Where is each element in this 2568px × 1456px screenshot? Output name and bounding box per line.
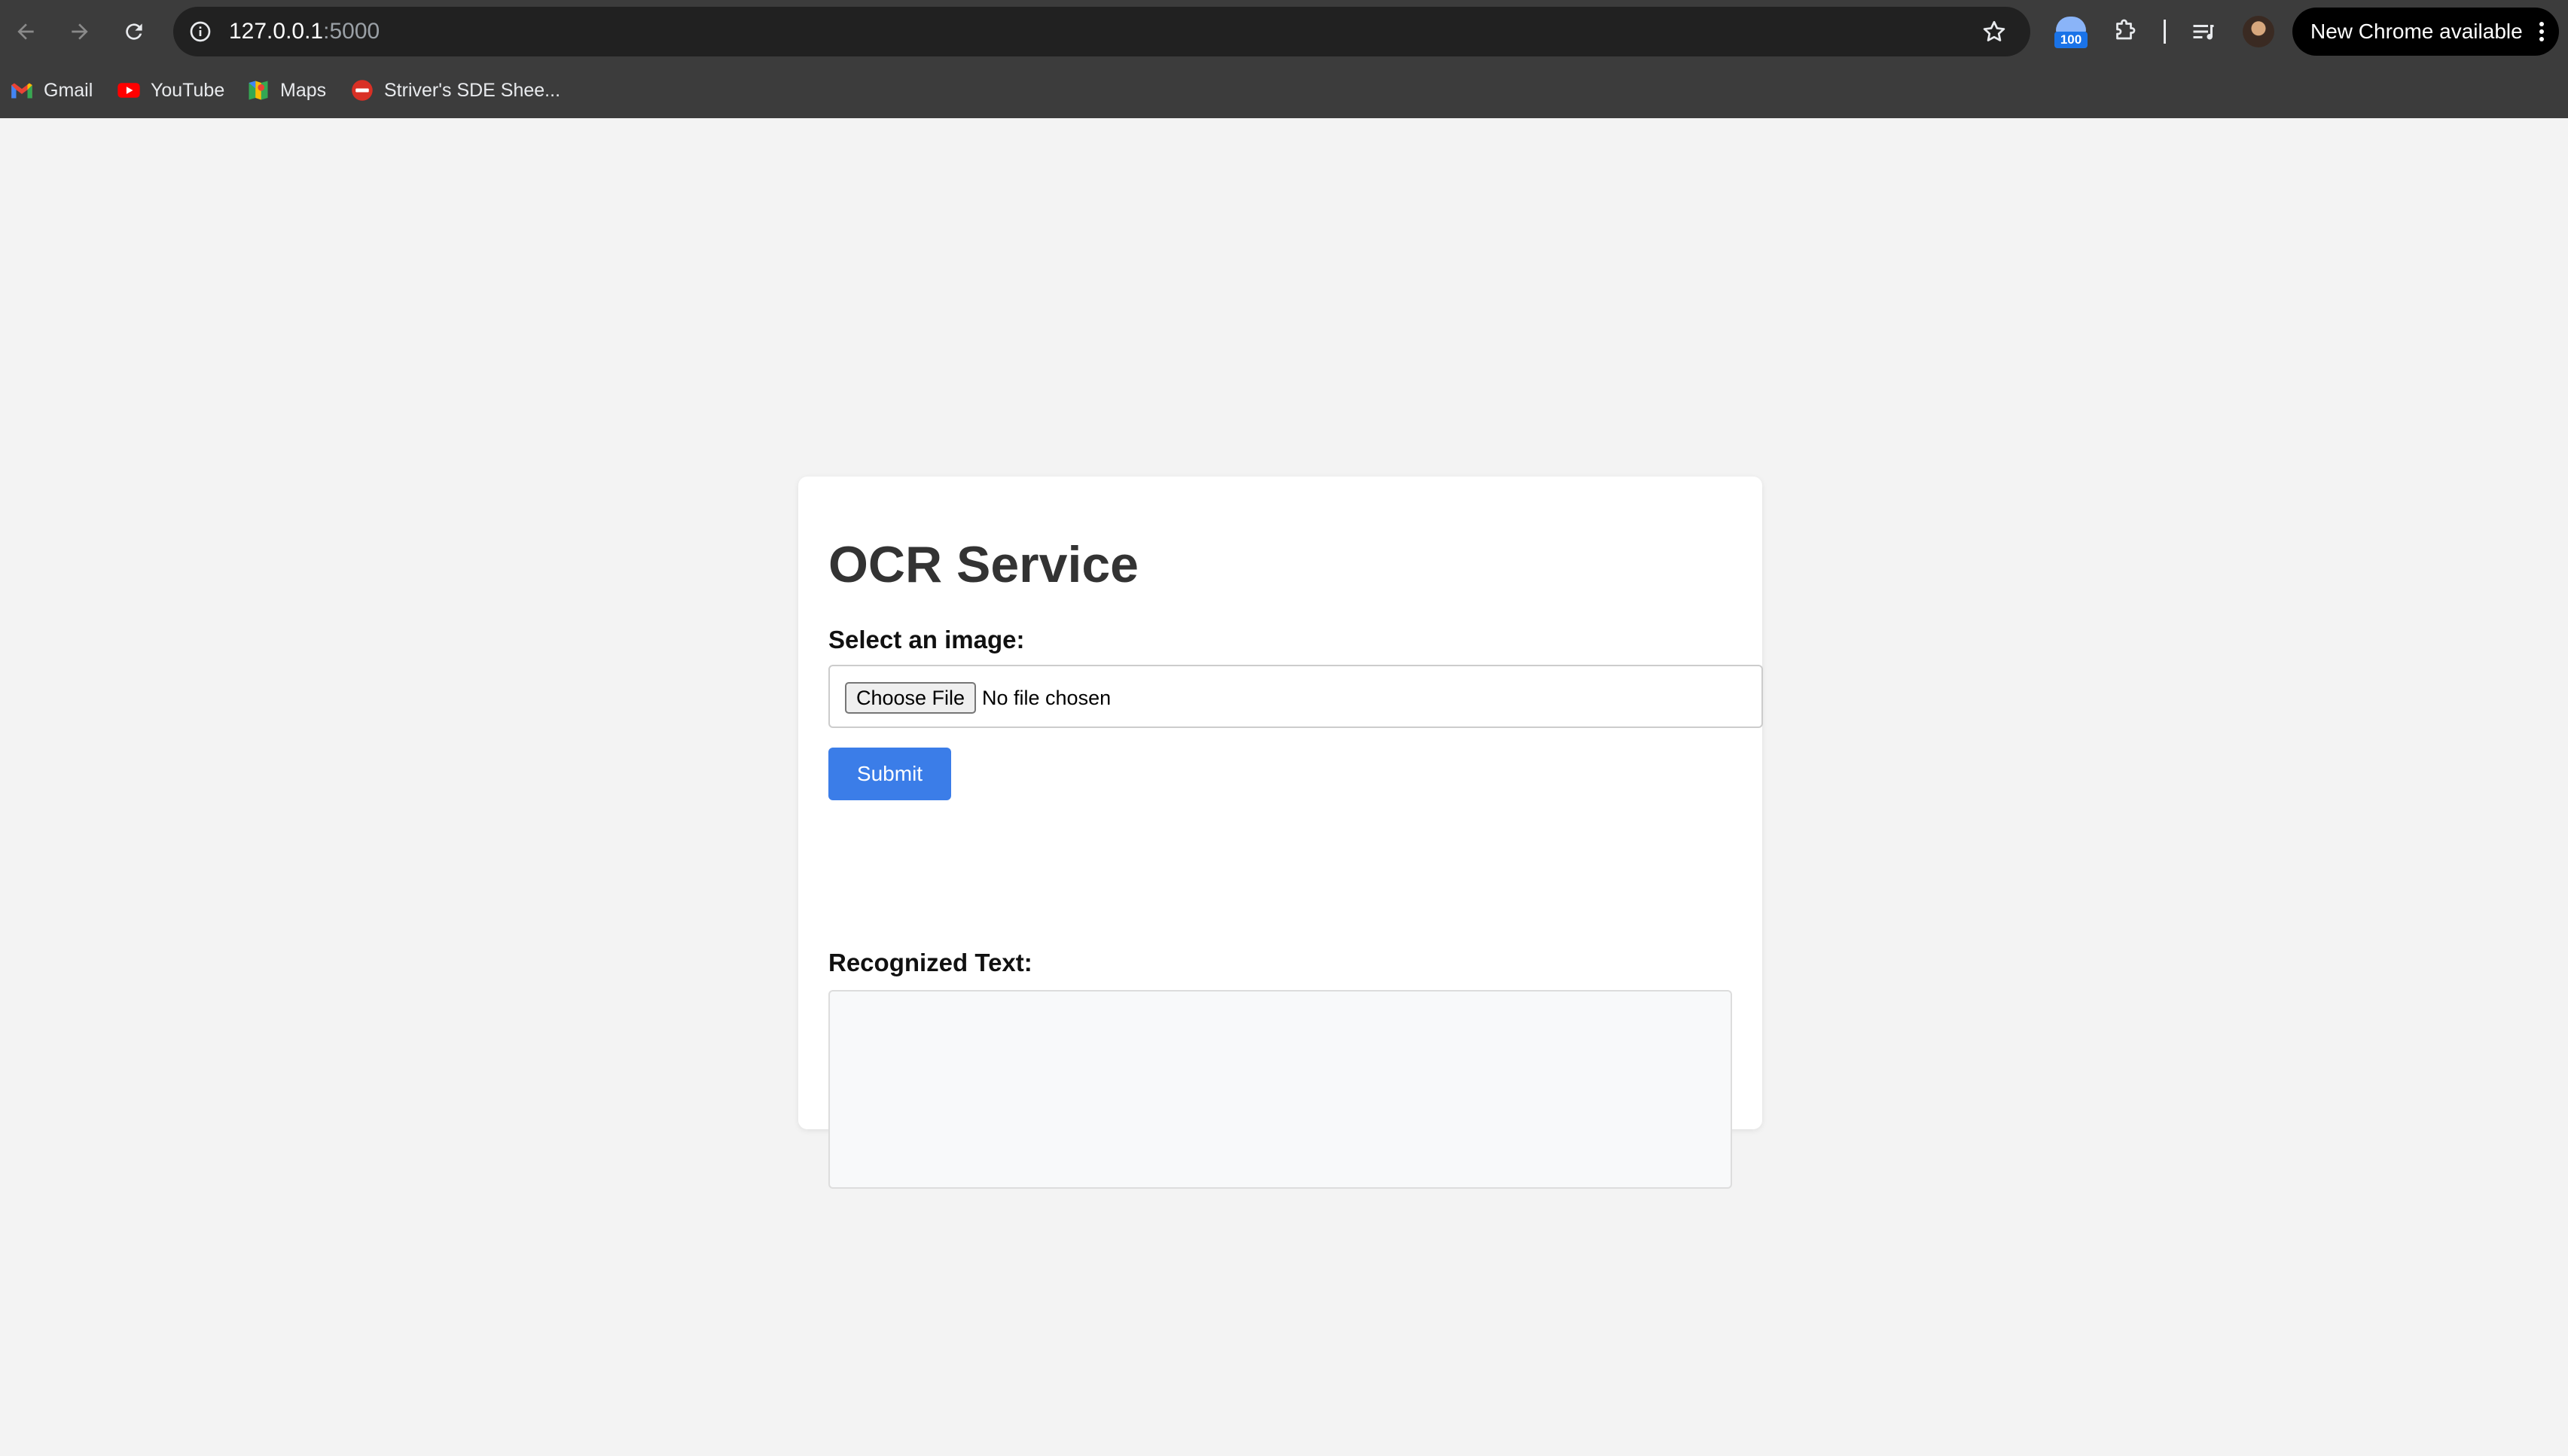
url-text[interactable]: 127.0.0.1:5000 [229,7,380,56]
gmail-icon [11,79,33,102]
site-info-icon[interactable] [185,17,215,47]
arrow-right-icon [72,23,88,40]
bookmark-strivers-sde-sheet[interactable]: Striver's SDE Shee... [351,77,560,104]
ocr-card: OCR Service Select an image: Choose File… [798,477,1763,1189]
more-vert-icon [2539,22,2544,41]
youtube-icon [117,79,140,102]
bookmark-gmail[interactable]: Gmail [11,77,93,104]
bookmarks-bar: Gmail YouTube Maps Striver's SDE Shee... [0,63,2568,118]
url-port: :5000 [323,19,380,44]
extensions-puzzle-icon[interactable] [2110,14,2140,50]
bookmark-maps[interactable]: Maps [247,77,326,104]
bookmark-label: Gmail [44,79,93,101]
file-status-text: No file chosen [982,687,1112,709]
address-bar[interactable]: 127.0.0.1:5000 [173,7,2030,56]
file-input[interactable]: Choose File No file chosen [828,665,1763,728]
extension-badge-icon[interactable]: 100 [2053,14,2089,51]
bookmark-label: Maps [280,79,327,101]
select-image-label: Select an image: [828,626,1025,653]
recognized-text-label: Recognized Text: [828,949,1032,976]
extension-badge-count: 100 [2054,32,2088,48]
bookmark-label: Striver's SDE Shee... [384,79,561,101]
bookmark-label: YouTube [151,79,225,101]
tuf-icon [351,79,374,102]
update-label: New Chrome available [2310,20,2523,43]
page-viewport: OCR Service Select an image: Choose File… [0,118,2568,1456]
extension-dome [2056,17,2086,33]
url-host: 127.0.0.1 [229,19,324,44]
bookmark-star-icon[interactable] [1981,18,2008,45]
new-chrome-available-button[interactable]: New Chrome available [2292,8,2559,56]
maps-icon [247,79,270,102]
back-button[interactable] [9,15,42,48]
arrow-left-icon [17,23,34,40]
toolbar-divider [2164,20,2166,44]
profile-avatar[interactable] [2243,16,2274,47]
media-queue-icon[interactable] [2188,14,2219,50]
reload-icon [126,23,142,40]
reload-button[interactable] [117,15,151,48]
choose-file-button[interactable]: Choose File [845,682,976,714]
page-title: OCR Service [828,536,1139,593]
browser-chrome: 127.0.0.1:5000 100 New Chrome available … [0,0,2568,118]
browser-toolbar: 127.0.0.1:5000 100 New Chrome available [0,0,2568,63]
forward-button[interactable] [63,15,96,48]
bookmark-youtube[interactable]: YouTube [117,77,224,104]
submit-button[interactable]: Submit [828,748,951,800]
recognized-text-output[interactable] [828,990,1732,1189]
